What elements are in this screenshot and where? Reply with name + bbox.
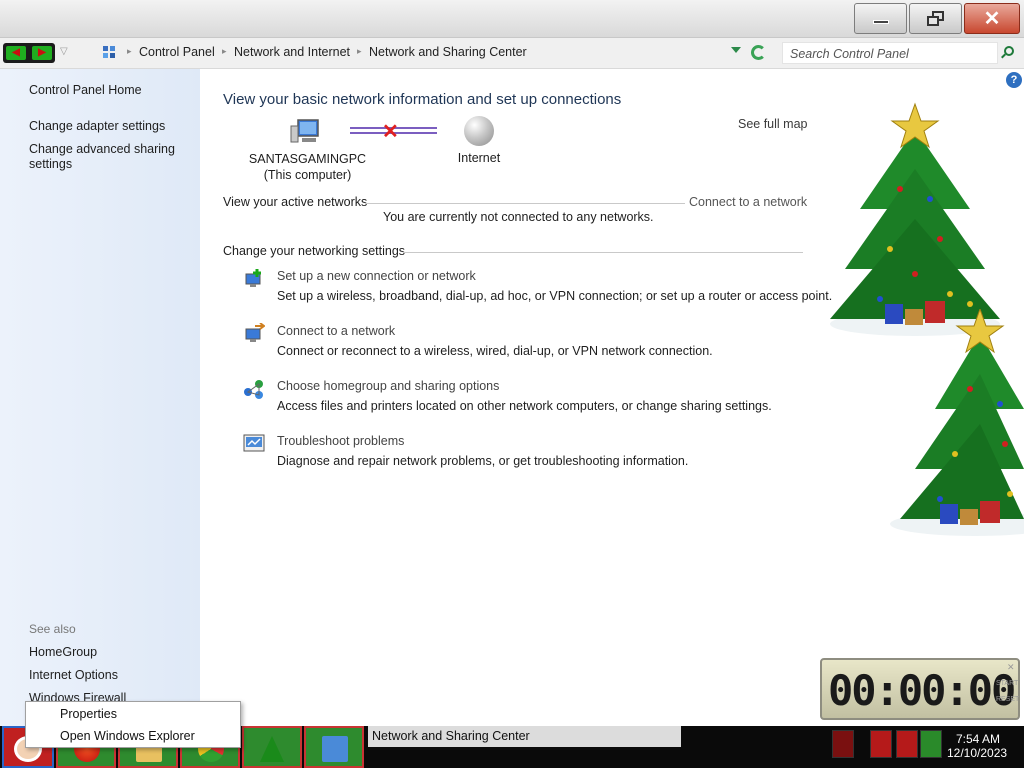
breadcrumb-network-internet[interactable]: Network and Internet	[234, 45, 350, 59]
taskbar-active-window[interactable]: Network and Sharing Center	[368, 726, 681, 747]
minimize-button[interactable]	[854, 3, 907, 34]
tray-show-desktop[interactable]	[832, 730, 854, 758]
task-troubleshoot-link[interactable]: Troubleshoot problems	[277, 434, 404, 448]
breadcrumb-separator-icon[interactable]: ▸	[357, 46, 362, 57]
volume-icon[interactable]	[920, 730, 942, 758]
main-content: ? View your basic network information an…	[200, 69, 1024, 726]
see-also-heading: See also	[29, 622, 76, 636]
task-new-connection-link[interactable]: Set up a new connection or network	[277, 269, 476, 283]
sidebar-change-adapter-settings[interactable]: Change adapter settings	[29, 119, 189, 134]
clock-time[interactable]: 7:54 AM	[956, 732, 1000, 746]
breadcrumb-control-panel[interactable]: Control Panel	[139, 45, 215, 59]
search-icon[interactable]	[1004, 46, 1014, 56]
search-input[interactable]: Search Control Panel	[782, 42, 998, 64]
timer-close-icon[interactable]: ✕	[1007, 662, 1015, 673]
window-title-bar: ✕	[0, 0, 1024, 38]
close-icon: ✕	[983, 8, 1001, 30]
context-menu: Properties Open Windows Explorer	[25, 701, 241, 748]
forward-arrow-icon[interactable]: ▶	[32, 46, 52, 60]
change-settings-heading: Change your networking settings	[223, 244, 406, 258]
task-new-connection-desc: Set up a wireless, broadband, dial-up, a…	[277, 289, 833, 303]
sidebar-internet-options[interactable]: Internet Options	[29, 668, 118, 683]
task-homegroup-link[interactable]: Choose homegroup and sharing options	[277, 379, 499, 393]
task-connect-network-link[interactable]: Connect to a network	[277, 324, 395, 338]
divider	[403, 252, 803, 253]
task-troubleshoot-desc: Diagnose and repair network problems, or…	[277, 454, 689, 468]
disconnected-x-icon: ✕	[382, 121, 399, 143]
computer-name: SANTASGAMINGPC	[248, 152, 367, 166]
recent-pages-dropdown[interactable]: ▽	[60, 46, 68, 57]
timer-display: 00:00:00	[828, 666, 1016, 715]
restore-button[interactable]	[909, 3, 962, 34]
computer-icon[interactable]	[290, 118, 322, 146]
clock-date[interactable]: 12/10/2023	[947, 746, 1007, 760]
homegroup-icon	[244, 380, 263, 399]
sidebar-change-advanced-sharing[interactable]: Change advanced sharing settings	[29, 142, 179, 172]
troubleshoot-icon	[243, 434, 265, 452]
tree-icon	[260, 736, 284, 762]
taskbar-app-tree[interactable]	[242, 726, 302, 768]
help-icon[interactable]: ?	[1006, 72, 1022, 88]
address-bar: ◀ ▶ ▽ ▸ Control Panel ▸ Network and Inte…	[0, 38, 1024, 69]
taskbar-app-control-panel[interactable]	[304, 726, 364, 768]
breadcrumb-separator-icon[interactable]: ▸	[127, 46, 132, 57]
timer-reset-button[interactable]: RESET	[996, 696, 1019, 703]
task-connect-network-desc: Connect or reconnect to a wireless, wire…	[277, 344, 713, 358]
control-panel-icon	[103, 46, 115, 58]
menu-item-properties[interactable]: Properties	[60, 707, 117, 721]
nav-buttons: ◀ ▶	[3, 43, 55, 63]
control-panel-icon	[322, 736, 348, 762]
minimize-icon	[872, 19, 889, 24]
sidebar: Control Panel Home Change adapter settin…	[0, 69, 200, 726]
computer-subtitle: (This computer)	[263, 168, 352, 182]
timer-gadget[interactable]: 00:00:00 ✕ START RESET	[820, 658, 1020, 720]
connect-network-icon	[245, 323, 265, 342]
network-tray-icon[interactable]	[870, 730, 892, 758]
address-dropdown-icon[interactable]	[731, 47, 741, 53]
back-arrow-icon[interactable]: ◀	[6, 46, 26, 60]
see-full-map-link[interactable]: See full map	[738, 117, 807, 131]
new-connection-icon	[245, 269, 261, 287]
refresh-icon[interactable]	[751, 45, 766, 60]
menu-item-open-explorer[interactable]: Open Windows Explorer	[60, 729, 195, 743]
task-homegroup-desc: Access files and printers located on oth…	[277, 399, 772, 413]
breadcrumb-separator-icon[interactable]: ▸	[222, 46, 227, 57]
timer-start-button[interactable]: START	[996, 680, 1018, 687]
breadcrumb-sharing-center[interactable]: Network and Sharing Center	[369, 45, 527, 59]
christmas-tree-image	[890, 309, 1024, 536]
close-button[interactable]: ✕	[964, 3, 1020, 34]
divider	[365, 203, 685, 204]
computer-name-label: SANTASGAMINGPC (This computer)	[240, 151, 375, 183]
christmas-tree-image	[830, 102, 1000, 336]
sidebar-control-panel-home[interactable]: Control Panel Home	[29, 83, 142, 98]
internet-globe-icon[interactable]	[464, 116, 494, 146]
sidebar-homegroup[interactable]: HomeGroup	[29, 645, 97, 660]
page-title: View your basic network information and …	[223, 91, 622, 108]
restore-icon	[926, 10, 946, 27]
connect-to-network-link[interactable]: Connect to a network	[689, 195, 807, 209]
internet-label: Internet	[457, 151, 501, 165]
not-connected-message: You are currently not connected to any n…	[383, 210, 654, 224]
active-networks-heading: View your active networks	[223, 195, 368, 209]
action-center-icon[interactable]	[896, 730, 918, 758]
